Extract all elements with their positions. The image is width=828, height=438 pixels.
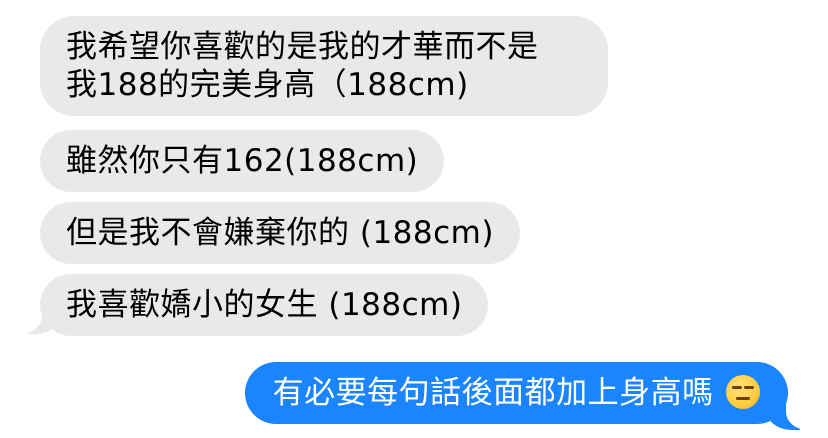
message-text: 我喜歡嬌小的女生 (188cm) [66,287,463,323]
message-text-line: 我188的完美身高（188cm) [66,67,469,103]
incoming-message-bubble[interactable]: 雖然你只有162(188cm) [40,130,445,192]
incoming-message-bubble[interactable]: 我喜歡嬌小的女生 (188cm) [40,274,489,336]
message-text: 雖然你只有162(188cm) [66,143,419,179]
message-text-line: 我希望你喜歡的是我的才華而不是 [66,29,539,65]
incoming-message-bubble[interactable]: 我希望你喜歡的是我的才華而不是 我188的完美身高（188cm) [40,16,608,116]
message-text: 但是我不會嫌棄你的 (188cm) [66,215,494,251]
message-text: 有必要每句話後面都加上身高嗎 [272,375,714,411]
outgoing-message-bubble[interactable]: 有必要每句話後面都加上身高嗎 [244,362,788,424]
expressionless-face-icon [726,375,760,409]
incoming-message-bubble[interactable]: 但是我不會嫌棄你的 (188cm) [40,202,520,264]
